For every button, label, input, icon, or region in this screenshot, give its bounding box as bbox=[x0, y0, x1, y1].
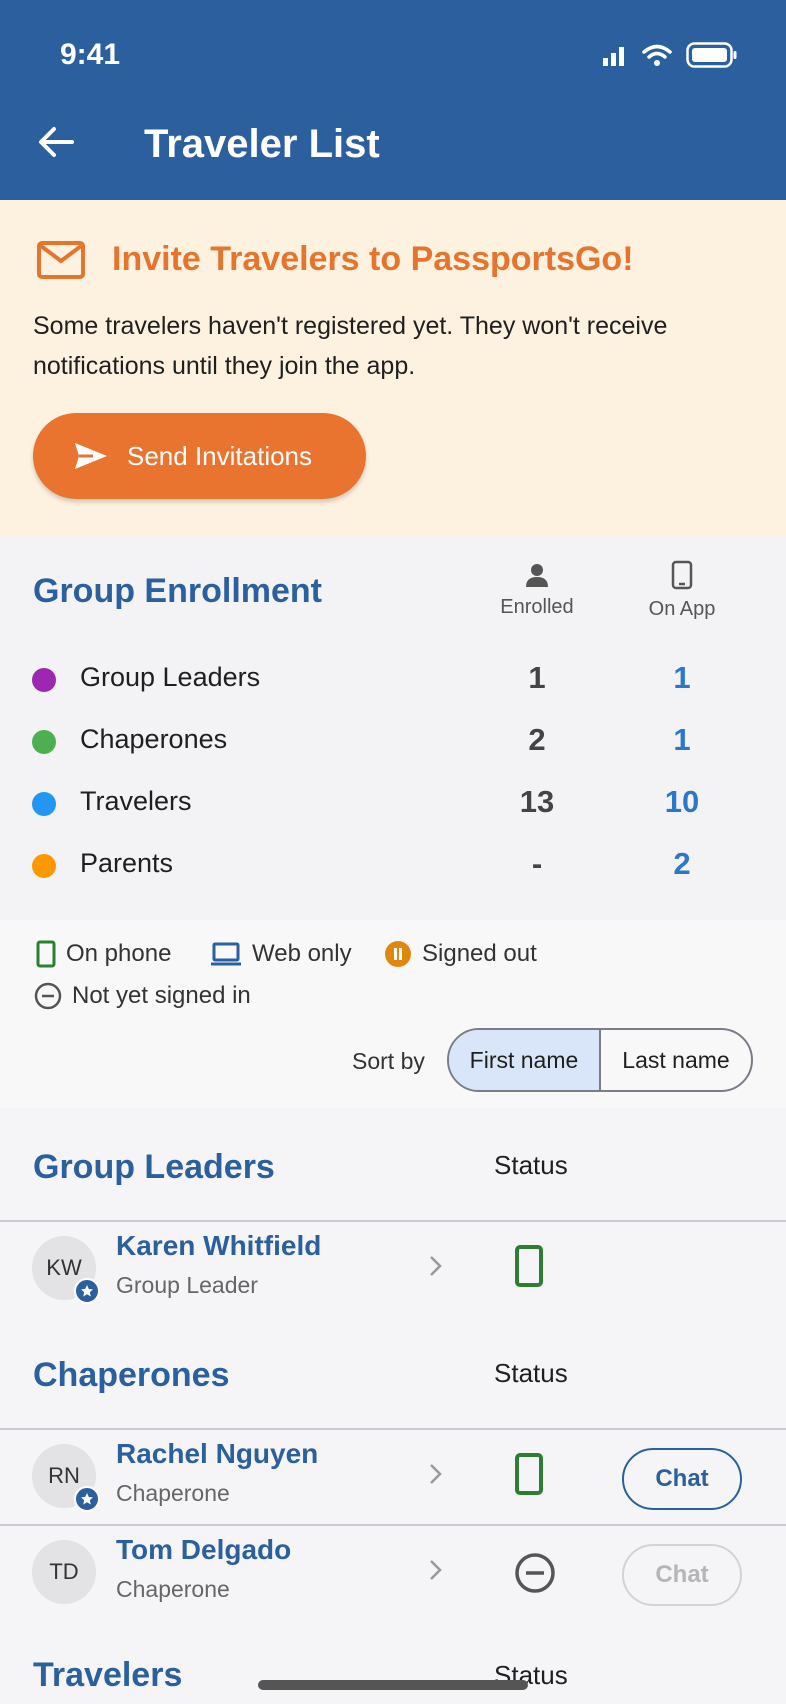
minus-circle-icon bbox=[34, 982, 62, 1010]
chevron-right-icon bbox=[430, 1256, 442, 1276]
enrolled-column-header: Enrolled bbox=[472, 562, 602, 619]
section-title-group-leaders: Group Leaders bbox=[33, 1148, 275, 1186]
person-role: Chaperone bbox=[116, 1480, 230, 1506]
wifi-icon bbox=[642, 44, 672, 66]
enrolled-label: Enrolled bbox=[500, 596, 574, 618]
enrollment-row-travelers: Travelers 13 10 bbox=[0, 784, 786, 824]
invite-description: Some travelers haven't registered yet. T… bbox=[33, 312, 668, 380]
enrollment-title: Group Enrollment bbox=[33, 572, 322, 610]
chat-button-disabled[interactable]: Chat bbox=[622, 1544, 742, 1606]
phone-icon bbox=[36, 940, 56, 968]
enrolled-count: - bbox=[531, 846, 543, 881]
status-icons bbox=[602, 42, 738, 68]
legend-web-only: Web only bbox=[210, 940, 352, 968]
status-column-header: Status bbox=[494, 1358, 568, 1388]
person-name: Karen Whitfield bbox=[116, 1230, 322, 1261]
avatar: TD bbox=[32, 1540, 96, 1604]
status-column-header: Status bbox=[494, 1150, 568, 1180]
on-app-count: 2 bbox=[673, 846, 691, 881]
person-role: Group Leader bbox=[116, 1272, 258, 1298]
on-app-count: 10 bbox=[664, 784, 700, 819]
enrolled-count: 13 bbox=[519, 784, 555, 819]
on-app-column-header: On App bbox=[617, 560, 747, 621]
legend-on-phone: On phone bbox=[36, 940, 171, 968]
mail-icon bbox=[37, 241, 85, 279]
legend-signed-out: Signed out bbox=[384, 940, 537, 968]
enrolled-count: 2 bbox=[528, 722, 546, 757]
chat-button[interactable]: Chat bbox=[622, 1448, 742, 1510]
on-app-label: On App bbox=[648, 598, 716, 620]
phone-status-icon bbox=[515, 1453, 543, 1495]
legend-web-only-label: Web only bbox=[252, 940, 352, 967]
chaperones-dot bbox=[32, 730, 56, 754]
legend-not-signed-in-label: Not yet signed in bbox=[72, 982, 251, 1009]
enrollment-row-parents: Parents - 2 bbox=[0, 846, 786, 886]
star-badge-icon bbox=[74, 1278, 100, 1304]
chevron-right-icon bbox=[430, 1560, 442, 1580]
person-name: Tom Delgado bbox=[116, 1534, 292, 1565]
battery-icon bbox=[686, 42, 737, 68]
person-name: Rachel Nguyen bbox=[116, 1438, 319, 1469]
app-bar: 9:41 Traveler List bbox=[0, 0, 786, 200]
status-time: 9:41 bbox=[60, 38, 121, 71]
pause-circle-icon bbox=[385, 941, 411, 967]
invite-title: Invite Travelers to PassportsGo! bbox=[112, 240, 634, 278]
person-row[interactable]: RN Rachel Nguyen Chaperone Chat bbox=[0, 1430, 786, 1526]
sort-last-name-option[interactable]: Last name bbox=[601, 1030, 751, 1090]
legend-not-signed-in: Not yet signed in bbox=[34, 982, 251, 1010]
page-title: Traveler List bbox=[144, 122, 380, 166]
enrollment-label: Group Leaders bbox=[80, 662, 261, 692]
legend-on-phone-label: On phone bbox=[66, 940, 172, 967]
back-arrow-icon[interactable] bbox=[36, 122, 76, 162]
send-invitations-label: Send Invitations bbox=[127, 440, 313, 471]
signal-icon bbox=[603, 47, 624, 66]
sort-toggle: First name Last name bbox=[447, 1028, 753, 1092]
sort-first-name-option[interactable]: First name bbox=[449, 1030, 601, 1090]
enrollment-label: Chaperones bbox=[80, 724, 228, 754]
person-row[interactable]: TD Tom Delgado Chaperone Chat bbox=[0, 1526, 786, 1622]
enrollment-label: Travelers bbox=[80, 786, 192, 816]
sort-label: Sort by bbox=[352, 1048, 425, 1074]
legend-signed-out-label: Signed out bbox=[422, 940, 537, 967]
chevron-right-icon bbox=[430, 1464, 442, 1484]
enrolled-count: 1 bbox=[528, 660, 546, 695]
send-invitations-button[interactable]: Send Invitations bbox=[33, 413, 366, 499]
travelers-dot bbox=[32, 792, 56, 816]
on-app-count: 1 bbox=[673, 722, 691, 757]
person-icon bbox=[526, 564, 548, 587]
section-title-travelers: Travelers bbox=[33, 1656, 183, 1694]
enrollment-row-group-leaders: Group Leaders 1 1 bbox=[0, 660, 786, 700]
star-badge-icon bbox=[74, 1486, 100, 1512]
home-indicator bbox=[258, 1680, 528, 1690]
laptop-icon bbox=[211, 942, 241, 966]
person-row[interactable]: KW Karen Whitfield Group Leader bbox=[0, 1222, 786, 1318]
enrollment-row-chaperones: Chaperones 2 1 bbox=[0, 722, 786, 762]
section-title-chaperones: Chaperones bbox=[33, 1356, 230, 1394]
send-icon bbox=[75, 443, 107, 469]
person-role: Chaperone bbox=[116, 1576, 230, 1602]
group-leaders-dot bbox=[32, 668, 56, 692]
on-app-count: 1 bbox=[673, 660, 691, 695]
phone-status-icon bbox=[515, 1245, 543, 1287]
parents-dot bbox=[32, 854, 56, 878]
minus-circle-status-icon bbox=[515, 1553, 555, 1593]
enrollment-label: Parents bbox=[80, 848, 174, 878]
phone-icon bbox=[671, 560, 693, 590]
